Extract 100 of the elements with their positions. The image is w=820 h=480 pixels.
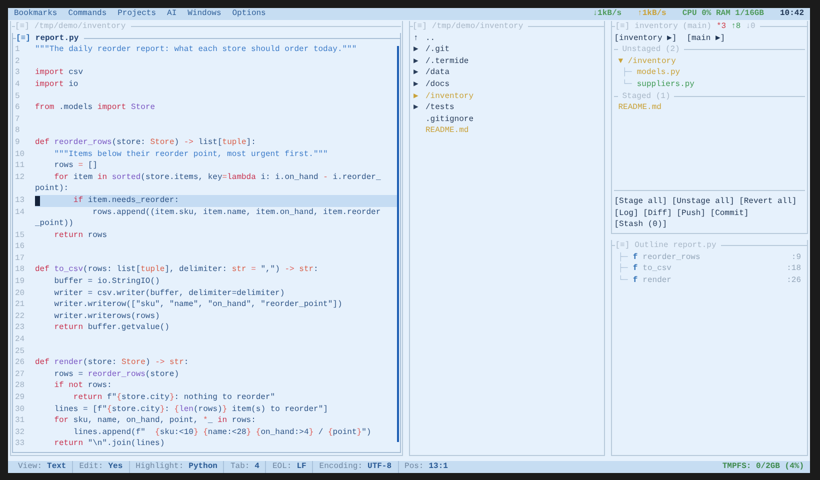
file-entry[interactable]: ▶ /.termide	[414, 56, 600, 68]
line-number: 24	[15, 335, 25, 344]
menu-item[interactable]: Bookmarks	[14, 8, 58, 20]
line-number: 30	[15, 404, 25, 414]
line-number: 22	[15, 312, 25, 321]
branch-button[interactable]: [inventory ▶]	[614, 32, 677, 44]
line-number: 28	[15, 381, 25, 390]
code-line: def to_csv(rows: list[tuple], delimiter: str = ",") -> str:	[35, 264, 320, 276]
changed-file[interactable]: suppliers.py	[636, 78, 694, 91]
function-glyph: f	[632, 263, 638, 275]
code-line: buffer = io.StringIO()	[53, 276, 161, 288]
status-label: View:	[18, 461, 42, 473]
line-number: 8	[15, 126, 20, 136]
line-number: 23	[15, 323, 25, 332]
git-action-button[interactable]: [Diff]	[643, 208, 672, 220]
line-number: 33	[15, 439, 25, 448]
line-number: 13	[15, 196, 25, 205]
status-value: Python	[188, 461, 218, 473]
expand-glyph: ↑	[414, 34, 418, 43]
status-label: EOL:	[272, 461, 292, 473]
panel-title: /tmp/demo/inventory	[432, 21, 524, 33]
function-glyph: f	[632, 274, 638, 286]
git-action-button[interactable]: [Log]	[614, 208, 638, 220]
code-line: point):	[35, 183, 70, 195]
panel-title: inventory (main)	[634, 21, 712, 33]
symbol-line: :9	[791, 252, 801, 264]
status-indicator: CPU 0% RAM 1/16GB	[682, 8, 764, 20]
status-label: Pos:	[404, 461, 424, 473]
line-number: 17	[15, 254, 25, 263]
code-line: return "\n".join(lines)	[53, 438, 166, 450]
tree-branch: ├─	[618, 263, 628, 275]
line-number: 5	[15, 92, 20, 101]
git-action-button[interactable]: [Stash (0)]	[614, 219, 668, 231]
symbol-line: :26	[786, 274, 801, 286]
code-line: rows = []	[53, 160, 98, 172]
code-line: lines = [f"{store.city}: {len(rows)} item(s) to reorder"]	[53, 404, 329, 416]
line-number: 20	[15, 288, 25, 298]
line-number: 9	[15, 138, 20, 147]
code-line: return rows	[53, 230, 108, 242]
code-line: if not rows:	[53, 380, 113, 392]
code-line: return buffer.getvalue()	[53, 322, 170, 334]
line-number: 16	[15, 242, 25, 252]
code-line: """The daily reorder report: what each store should order today."""	[35, 44, 358, 56]
code-line: for sku, name, on_hand, point, *_ in rows:	[53, 415, 257, 427]
expand-glyph: ▶	[414, 56, 418, 66]
status-label: Tab:	[230, 461, 250, 473]
line-number: 18	[15, 265, 25, 274]
file-entry[interactable]: .gitignore	[414, 114, 600, 126]
expand-glyph: ▶	[414, 80, 418, 89]
git-action-button[interactable]: [Revert all]	[739, 196, 797, 208]
code-line: return f"{store.city}: nothing to reorder"	[72, 392, 276, 404]
disk-usage: TMPFS: 0/2GB (4%)	[722, 461, 805, 473]
menu-item[interactable]: AI	[167, 8, 177, 20]
status-value: Text	[47, 461, 66, 473]
menu-item[interactable]: Commands	[68, 8, 107, 20]
file-entry[interactable]: ▶ /.git	[414, 44, 600, 56]
status-value: 13:1	[428, 461, 448, 473]
scrollbar-thumb[interactable]	[396, 46, 398, 442]
file-entry[interactable]: ▶ /data	[414, 67, 600, 79]
menu-item[interactable]: Projects	[118, 8, 156, 20]
function-glyph: f	[632, 252, 638, 264]
status-value: Yes	[108, 461, 123, 473]
code-line: def reorder_rows(store: Store) -> list[tuple]:	[35, 136, 257, 149]
git-action-button[interactable]: [Push]	[676, 208, 706, 220]
code-line: from .models import Store	[35, 102, 156, 114]
line-number: 26	[15, 358, 25, 368]
code-line: writer = csv.writer(buffer, delimiter=delimiter)	[53, 288, 286, 300]
change-count: *3	[716, 21, 726, 33]
line-number: 31	[15, 416, 25, 426]
status-label: Edit:	[79, 461, 104, 473]
panel-title: report.py	[35, 32, 79, 44]
branch-button[interactable]: [main ▶]	[686, 32, 726, 44]
tree-branch: └─	[618, 274, 628, 286]
line-number: 19	[15, 277, 25, 286]
line-number: 6	[15, 103, 20, 112]
tree-branch: ├─	[618, 252, 628, 263]
file-entry[interactable]: ▶ /tests	[414, 102, 600, 114]
change-count: ↑8	[731, 21, 741, 33]
git-action-button[interactable]: [Unstage all]	[672, 196, 734, 208]
panel-menu-glyph[interactable]: [≡]	[16, 32, 30, 44]
code-line: rows = reorder_rows(store)	[53, 368, 180, 380]
code-line: for item in sorted(store.items, key=lambda i: i.on_hand - i.reorder_	[53, 172, 382, 184]
tree-branch: └─	[622, 78, 632, 91]
status-label: Encoding:	[319, 461, 363, 473]
code-line: _point))	[35, 218, 74, 230]
git-action-button[interactable]: [Commit]	[710, 208, 749, 220]
file-entry[interactable]: ▶ /docs	[414, 78, 600, 91]
line-number: 27	[15, 370, 25, 379]
line-number: 32	[15, 428, 25, 437]
git-action-button[interactable]: [Stage all]	[614, 196, 668, 208]
line-number: 1	[15, 45, 20, 54]
status-value: UTF-8	[368, 461, 392, 473]
section-heading: Staged (1)	[622, 90, 670, 102]
menu-item[interactable]: Windows	[188, 8, 222, 20]
code-line: import csv	[35, 67, 84, 79]
code-line: import io	[35, 78, 80, 91]
menu-item[interactable]: Options	[232, 8, 266, 20]
line-number: 29	[15, 393, 25, 402]
expand-glyph: ▶	[414, 92, 418, 101]
file-entry[interactable]: ↑ ..	[414, 32, 600, 44]
